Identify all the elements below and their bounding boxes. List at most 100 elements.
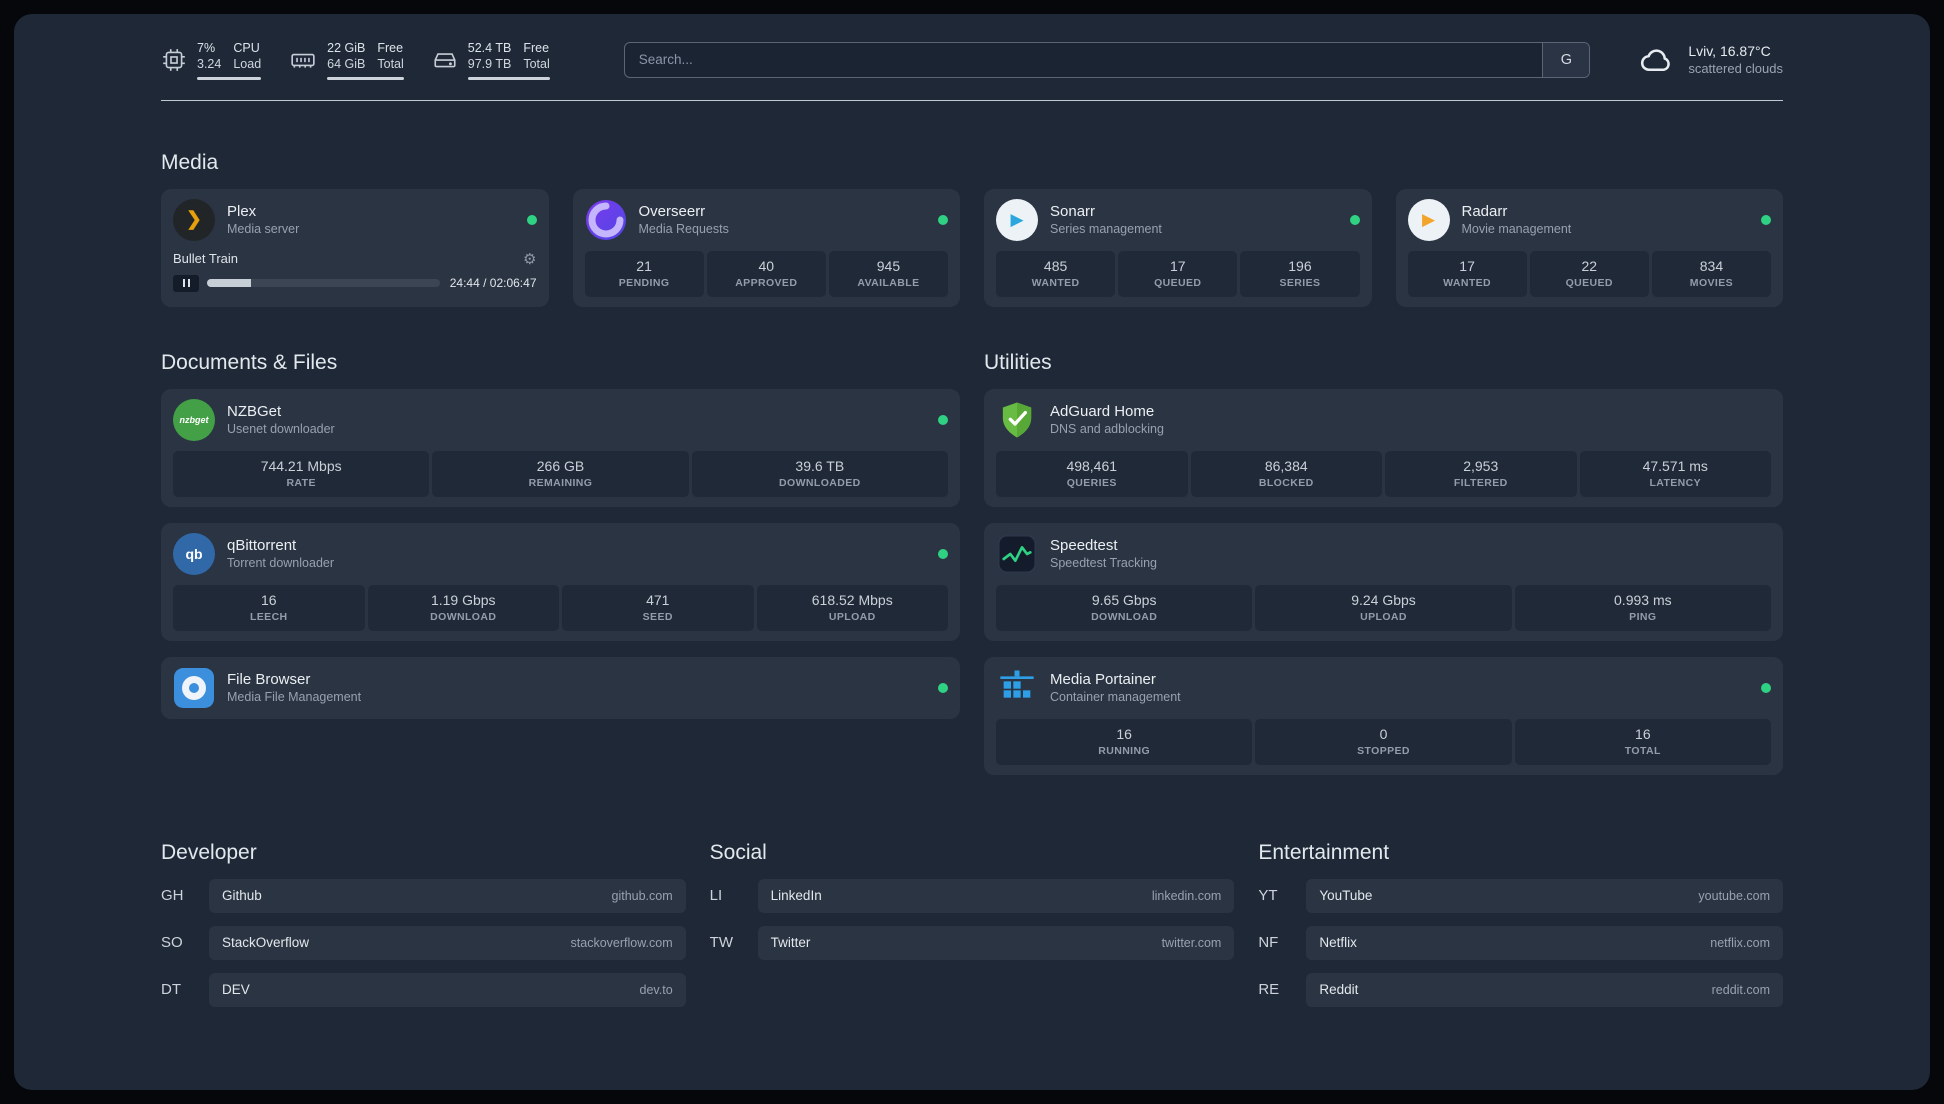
stat-label: LATENCY (1649, 477, 1702, 489)
memory-widget: 22 GiB 64 GiB Free Total (289, 40, 404, 80)
bookmark-domain: linkedin.com (1151, 888, 1222, 903)
stat-label: PING (1629, 611, 1657, 623)
service-desc: Media Requests (638, 222, 729, 236)
service-card-overseerr[interactable]: Overseerr Media Requests 21 PENDING 40 APP… (572, 188, 960, 307)
stat-value: 0.993 ms (1614, 592, 1672, 608)
stat-value: 945 (876, 258, 901, 274)
section-utilities: Utilities AdGuard Home DNS and adblockin… (984, 351, 1783, 775)
adguard-icon (996, 399, 1038, 441)
bookmark-stackoverflow[interactable]: SO StackOverflow stackoverflow.com (161, 925, 686, 960)
status-dot (1761, 682, 1771, 693)
playback-progress-bar[interactable] (207, 279, 440, 287)
stat-block: 39.6 TB DOWNLOADED (691, 450, 948, 497)
bookmark-abbr: SO (161, 934, 183, 951)
disk-total-label: Total (523, 57, 550, 72)
service-card-radarr[interactable]: ▶ Radarr Movie management 17 WANTED 22 QUE… (1395, 188, 1783, 307)
section-title-documents: Documents & Files (161, 350, 338, 374)
service-text: Speedtest Speedtest Tracking (1050, 537, 1157, 570)
bookmark-domain: stackoverflow.com (570, 935, 673, 950)
stat-label: UPLOAD (1360, 611, 1407, 623)
service-card-nzbget[interactable]: nzbget NZBGet Usenet downloader 744.21 M… (161, 388, 960, 507)
service-card-portainer[interactable]: Media Portainer Container management 16 R… (984, 656, 1783, 775)
bookmark-twitter[interactable]: TW Twitter twitter.com (710, 925, 1235, 960)
service-name: Plex (227, 203, 257, 220)
bookmark-name: Reddit (1319, 982, 1359, 997)
stat-value: 196 (1288, 258, 1312, 274)
section-documents: Documents & Files nzbget NZBGet Usenet d… (161, 351, 960, 719)
search-provider-button[interactable]: G (1542, 42, 1590, 77)
service-card-filebrowser[interactable]: File Browser Media File Management (161, 656, 960, 719)
memory-total-value: 64 GiB (327, 57, 366, 72)
stat-value: 744.21 Mbps (260, 458, 342, 474)
stat-block: 17 WANTED (1407, 250, 1527, 297)
stat-label: STOPPED (1357, 745, 1410, 757)
service-desc: Speedtest Tracking (1050, 556, 1158, 570)
weather-condition: scattered clouds (1688, 61, 1783, 77)
disk-free-value: 52.4 TB (467, 41, 512, 55)
bookmark-linkedin[interactable]: LI LinkedIn linkedin.com (710, 878, 1235, 913)
status-dot (938, 414, 948, 425)
stat-value: 1.19 Gbps (430, 592, 496, 608)
portainer-icon (996, 667, 1038, 709)
stat-block: 266 GB REMAINING (432, 450, 689, 497)
sonarr-stats: 485 WANTED 17 QUEUED 196 SERIES (996, 250, 1360, 297)
service-name: Sonarr (1050, 203, 1096, 220)
bookmark-abbr: NF (1258, 934, 1279, 951)
stat-block: 945 AVAILABLE (828, 250, 949, 297)
pause-button[interactable] (173, 274, 199, 292)
weather-location: Lviv, 16.87°C (1688, 43, 1771, 60)
weather-text: Lviv, 16.87°C scattered clouds (1688, 43, 1783, 76)
stat-value: 266 GB (536, 458, 585, 474)
bookmark-name: Github (222, 888, 262, 903)
service-desc: Series management (1050, 222, 1162, 236)
playback-time: 24:44 / 02:06:47 (449, 276, 537, 290)
stat-value: 86,384 (1264, 458, 1308, 474)
bookmark-group-title: Entertainment (1258, 840, 1390, 864)
service-card-sonarr[interactable]: ▶ Sonarr Series management 485 WANTED 17 Q… (984, 188, 1372, 307)
bookmark-dev[interactable]: DT DEV dev.to (161, 972, 686, 1007)
cpu-load-value: 3.24 (197, 57, 222, 72)
speedtest-icon (996, 533, 1038, 575)
disk-total-value: 97.9 TB (467, 57, 512, 72)
service-text: Plex Media server (227, 203, 299, 236)
service-card-qbittorrent[interactable]: qb qBittorrent Torrent downloader 16 LEEC… (161, 522, 960, 641)
stat-label: RATE (286, 477, 316, 489)
bookmark-netflix[interactable]: NF Netflix netflix.com (1258, 925, 1783, 960)
bookmark-github[interactable]: GH Github github.com (161, 878, 686, 913)
stat-label: FILTERED (1453, 477, 1508, 489)
stat-label: BLOCKED (1258, 477, 1314, 489)
top-bar: 7% 3.24 CPU Load 22 GiB 64 GiB Free Total 52… (161, 40, 1783, 80)
stat-value: 485 (1043, 258, 1068, 274)
stat-value: 2,953 (1463, 458, 1499, 474)
search-input[interactable] (624, 42, 1543, 77)
service-card-adguard[interactable]: AdGuard Home DNS and adblocking 498,461 Q… (984, 388, 1783, 507)
service-card-plex[interactable]: ❯ Plex Media server Bullet Train ⚙ 24:44… (161, 188, 549, 307)
weather-widget[interactable]: Lviv, 16.87°C scattered clouds (1636, 42, 1783, 78)
service-name: AdGuard Home (1050, 403, 1155, 420)
gear-icon[interactable]: ⚙ (523, 250, 536, 268)
status-dot (938, 682, 948, 693)
stat-value: 17 (1169, 258, 1186, 274)
stat-block: 9.24 Gbps UPLOAD (1255, 584, 1512, 631)
service-name: qBittorrent (227, 537, 297, 554)
overseerr-stats: 21 PENDING 40 APPROVED 945 AVAILABLE (584, 250, 949, 297)
adguard-stats: 498,461 QUERIES 86,384 BLOCKED 2,953 FILTER… (996, 450, 1771, 497)
bookmark-reddit[interactable]: RE Reddit reddit.com (1258, 972, 1783, 1007)
service-desc: Media server (227, 222, 300, 236)
service-name: Speedtest (1050, 537, 1118, 554)
disk-free-label: Free (523, 41, 550, 55)
bookmark-name: DEV (222, 982, 250, 997)
stat-label: TOTAL (1624, 745, 1661, 757)
bookmark-youtube[interactable]: YT YouTube youtube.com (1258, 878, 1783, 913)
memory-usage-bar (327, 76, 404, 80)
cpu-widget-body: 7% 3.24 CPU Load (197, 40, 262, 80)
stat-label: WANTED (1031, 277, 1080, 289)
section-title-utilities: Utilities (984, 350, 1052, 374)
service-text: Overseerr Media Requests (639, 203, 729, 236)
bookmark-domain: dev.to (639, 982, 673, 997)
service-card-speedtest[interactable]: Speedtest Speedtest Tracking 9.65 Gbps DO… (984, 522, 1783, 641)
stat-label: QUEUED (1565, 277, 1613, 289)
stat-block: 9.65 Gbps DOWNLOAD (996, 584, 1253, 631)
bookmark-domain: reddit.com (1711, 982, 1770, 997)
bookmark-abbr: DT (161, 981, 181, 998)
